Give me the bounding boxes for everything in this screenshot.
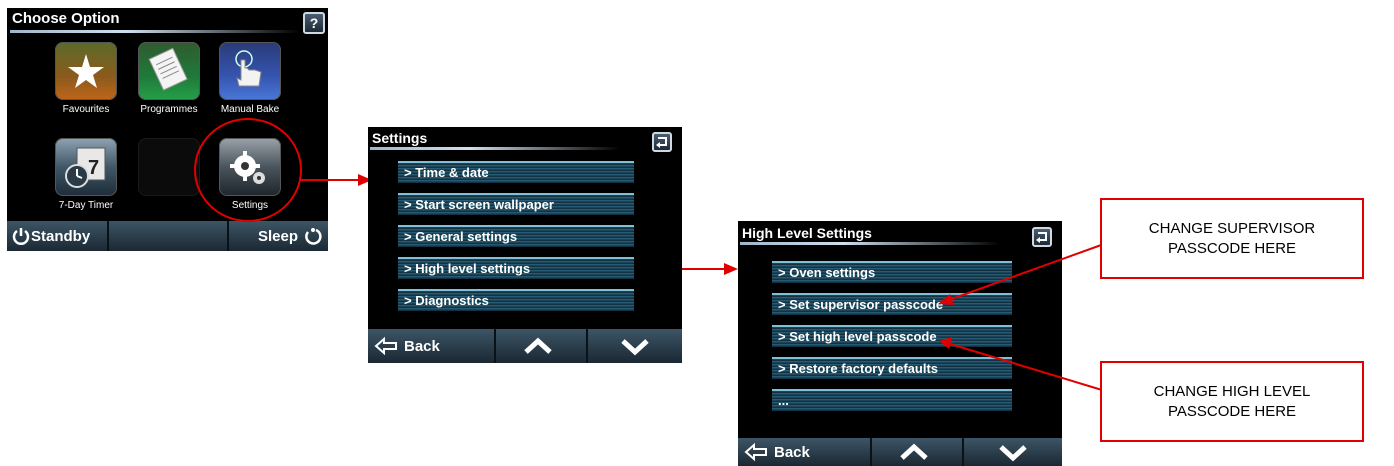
supervisor-passcode-callout: CHANGE SUPERVISOR PASSCODE HERE: [1100, 198, 1364, 279]
high-level-callout-arrow: [946, 342, 1103, 391]
arrow-head: [938, 294, 954, 305]
high-level-passcode-callout: CHANGE HIGH LEVEL PASSCODE HERE: [1100, 361, 1364, 442]
high-level-callout-text: CHANGE HIGH LEVEL PASSCODE HERE: [1153, 382, 1311, 420]
supervisor-callout-arrow: [945, 243, 1105, 302]
supervisor-callout-text: CHANGE SUPERVISOR PASSCODE HERE: [1148, 219, 1316, 257]
arrow-head: [939, 337, 952, 349]
